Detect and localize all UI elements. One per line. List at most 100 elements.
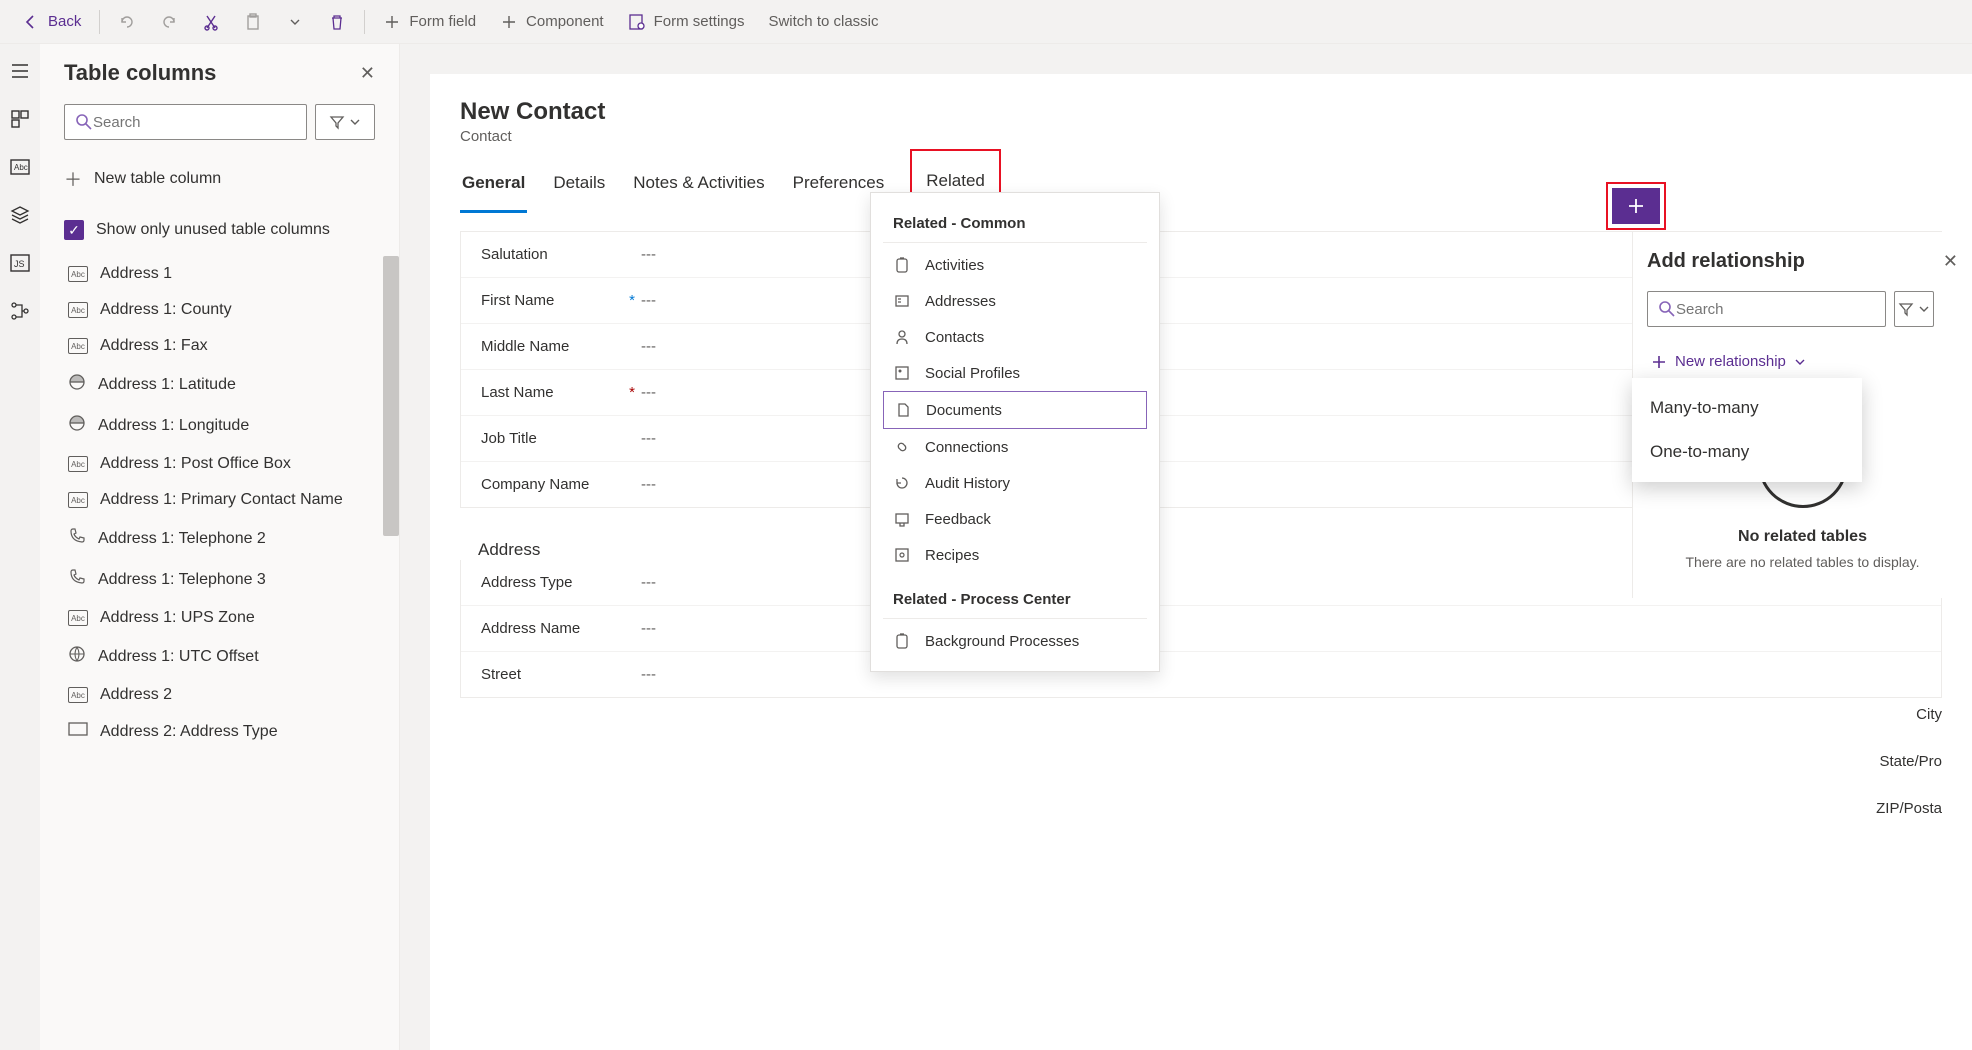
column-item[interactable]: Address 1: Longitude [64,405,391,446]
search-input-wrapper[interactable] [64,104,307,140]
svg-text:Abc: Abc [14,163,28,172]
close-icon[interactable]: ✕ [360,63,375,84]
column-label: Address 2 [100,686,172,704]
layers-icon[interactable] [9,204,31,226]
form-field-button[interactable]: Form field [373,7,486,37]
column-item[interactable]: Address 2: Address Type [64,713,391,750]
new-column-button[interactable]: ＋ New table column [64,158,399,200]
column-type-icon: Abc [68,687,88,703]
column-item[interactable]: Abc Address 2 [64,677,391,713]
address-right-label: State/Pro [1876,753,1942,770]
related-item-connections[interactable]: Connections [883,429,1147,465]
related-item-icon [893,328,911,346]
tree-icon[interactable] [9,300,31,322]
relationship-option-one-to-many[interactable]: One-to-many [1632,430,1862,474]
table-columns-panel: Table columns ✕ ＋ New table column ✓ Sho… [40,44,400,1050]
column-type-icon: Abc [68,338,88,354]
new-column-label: New table column [94,170,221,188]
form-settings-button[interactable]: Form settings [618,7,755,37]
filter-button[interactable] [315,104,375,140]
new-relationship-label: New relationship [1675,353,1786,370]
column-label: Address 1: Fax [100,337,208,355]
column-item[interactable]: Address 1: Telephone 2 [64,518,391,559]
text-field-icon[interactable]: Abc [9,156,31,178]
scrollbar-thumb[interactable] [383,256,399,536]
related-item-icon [893,474,911,492]
field-value: --- [641,430,656,447]
switch-classic-button[interactable]: Switch to classic [758,7,888,36]
related-item-label: Addresses [925,293,996,310]
tab-notes-activities[interactable]: Notes & Activities [631,167,766,213]
component-button[interactable]: Component [490,7,614,37]
related-item-background-processes[interactable]: Background Processes [883,623,1147,659]
tab-general[interactable]: General [460,167,527,213]
empty-subtitle: There are no related tables to display. [1657,554,1948,570]
filter-button[interactable] [1894,291,1934,327]
add-relationship-button[interactable] [1612,188,1660,224]
hamburger-icon[interactable] [9,60,31,82]
related-item-addresses[interactable]: Addresses [883,283,1147,319]
related-item-activities[interactable]: Activities [883,247,1147,283]
column-item[interactable]: Address 1: UTC Offset [64,636,391,677]
paste-icon [244,13,262,31]
related-item-icon [893,292,911,310]
redo-button[interactable] [150,7,188,37]
panel-title: Table columns [64,60,216,86]
dropdown-button[interactable] [276,7,314,37]
related-item-audit-history[interactable]: Audit History [883,465,1147,501]
form-field-label: Form field [409,13,476,30]
field-value: --- [641,384,656,401]
column-item[interactable]: Abc Address 1: Fax [64,328,391,364]
divider [99,10,100,34]
components-icon[interactable] [9,108,31,130]
form-field-row[interactable]: Address Name--- [461,606,1941,652]
new-relationship-button[interactable]: New relationship [1647,345,1958,378]
column-item[interactable]: AbcAddress 1: County [64,292,391,328]
column-item[interactable]: AbcAddress 1: Post Office Box [64,446,391,482]
related-item-social-profiles[interactable]: Social Profiles [883,355,1147,391]
filter-icon [1898,301,1914,317]
close-icon[interactable]: ✕ [1943,251,1958,272]
column-list[interactable]: ▲ AbcAddress 1AbcAddress 1: CountyAbcAdd… [64,256,399,1034]
field-label: Middle Name [481,338,641,355]
column-label: Address 1: UPS Zone [100,609,255,627]
column-label: Address 1: Telephone 2 [98,530,266,548]
column-item[interactable]: Address 1: Telephone 3 [64,559,391,600]
related-item-feedback[interactable]: Feedback [883,501,1147,537]
field-value: --- [641,620,656,637]
paste-button[interactable] [234,7,272,37]
related-item-icon [893,510,911,528]
search-input[interactable] [93,114,296,131]
related-item-label: Connections [925,439,1008,456]
related-item-recipes[interactable]: Recipes [883,537,1147,573]
back-button[interactable]: Back [12,7,91,37]
relationship-option-many-to-many[interactable]: Many-to-many [1632,386,1862,430]
cut-icon [202,13,220,31]
column-item[interactable]: AbcAddress 1: Primary Contact Name [64,482,391,518]
related-item-label: Recipes [925,547,979,564]
related-item-documents[interactable]: Documents [883,391,1147,429]
column-item[interactable]: AbcAddress 1 [64,256,391,292]
field-label: First Name* [481,292,641,309]
column-item[interactable]: Address 1: Latitude [64,364,391,405]
field-label: Company Name [481,476,641,493]
plus-icon: ＋ [64,166,82,192]
column-type-icon [68,645,86,668]
tab-details[interactable]: Details [551,167,607,213]
column-label: Address 1: Telephone 3 [98,571,266,589]
undo-button[interactable] [108,7,146,37]
js-icon[interactable]: JS [9,252,31,274]
component-label: Component [526,13,604,30]
related-item-contacts[interactable]: Contacts [883,319,1147,355]
related-item-label: Background Processes [925,633,1079,650]
relationship-search-input[interactable] [1676,301,1875,318]
form-field-row[interactable]: Street--- [461,652,1941,697]
related-item-icon [894,401,912,419]
show-unused-checkbox[interactable]: ✓ Show only unused table columns [64,212,399,248]
relationship-search-wrapper[interactable] [1647,291,1886,327]
chevron-down-icon [1918,303,1930,315]
cut-button[interactable] [192,7,230,37]
column-item[interactable]: AbcAddress 1: UPS Zone [64,600,391,636]
show-unused-label: Show only unused table columns [96,221,330,239]
delete-button[interactable] [318,7,356,37]
